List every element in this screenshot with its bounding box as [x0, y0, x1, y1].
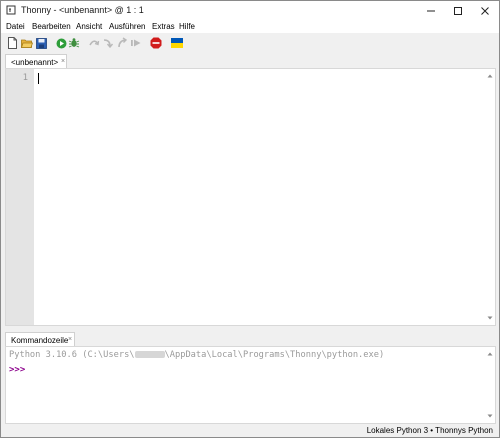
editor-tab-close-icon[interactable]: ×: [61, 58, 65, 65]
support-ukraine-button[interactable]: [171, 37, 183, 49]
minimize-button[interactable]: [417, 1, 444, 20]
step-over-button[interactable]: [88, 37, 100, 49]
new-file-button[interactable]: [6, 37, 18, 49]
maximize-icon: [453, 6, 462, 15]
shell-banner: Python 3.10.6 (C:\Users\ \AppData\Local\P…: [9, 350, 384, 360]
shell-tab-label: Kommandozeile: [11, 336, 69, 345]
scroll-down-arrow-icon[interactable]: [485, 313, 495, 323]
thonny-app-icon: [6, 5, 16, 15]
menu-ansicht[interactable]: Ansicht: [76, 22, 102, 31]
step-out-icon: [118, 37, 128, 48]
shell-scroll-down-arrow-icon[interactable]: [485, 411, 495, 421]
shell-banner-prefix: Python 3.10.6 (C:\Users\: [9, 350, 135, 360]
open-folder-icon: [21, 39, 33, 48]
open-file-button[interactable]: [21, 37, 33, 49]
editor-vertical-scrollbar[interactable]: [485, 69, 495, 325]
save-icon: [35, 37, 47, 49]
editor-tab-label: <unbenannt>: [11, 58, 59, 67]
maximize-button[interactable]: [444, 1, 471, 20]
menu-ausfuehren[interactable]: Ausführen: [109, 22, 145, 31]
toolbar: [1, 33, 499, 53]
status-bar: Lokales Python 3 • Thonnys Python: [1, 424, 499, 437]
resume-icon: [131, 39, 141, 47]
title-bar: Thonny - <unbenannt> @ 1 : 1: [1, 1, 499, 20]
resume-button[interactable]: [130, 37, 142, 49]
close-icon: [480, 6, 489, 15]
thonny-window: Thonny - <unbenannt> @ 1 : 1 Datei Bearb…: [0, 0, 500, 438]
interpreter-status[interactable]: Lokales Python 3 • Thonnys Python: [367, 426, 493, 435]
window-title: Thonny - <unbenannt> @ 1 : 1: [21, 5, 144, 15]
menu-hilfe[interactable]: Hilfe: [179, 22, 195, 31]
line-number: 1: [22, 73, 28, 83]
editor-tab-unbenannt[interactable]: <unbenannt> ×: [5, 54, 67, 68]
python-shell[interactable]: Python 3.10.6 (C:\Users\ \AppData\Local\P…: [5, 346, 496, 424]
menu-extras[interactable]: Extras: [152, 22, 175, 31]
ukraine-flag-icon: [171, 38, 183, 48]
editor-tab-strip: <unbenannt> ×: [1, 53, 499, 68]
menu-bearbeiten[interactable]: Bearbeiten: [32, 22, 71, 31]
shell-tab-kommandozeile[interactable]: Kommandozeile ×: [5, 332, 75, 346]
shell-banner-suffix: \AppData\Local\Programs\Thonny\python.ex…: [164, 350, 385, 360]
stop-icon: [150, 37, 162, 49]
step-into-button[interactable]: [102, 37, 114, 49]
shell-tab-close-icon[interactable]: ×: [68, 336, 72, 343]
text-cursor: [38, 73, 39, 84]
scroll-up-arrow-icon[interactable]: [485, 71, 495, 81]
line-number-gutter: 1: [6, 69, 34, 325]
step-out-button[interactable]: [116, 37, 128, 49]
minimize-icon: [426, 10, 435, 11]
menu-bar: Datei Bearbeiten Ansicht Ausführen Extra…: [1, 20, 499, 33]
new-file-icon: [7, 37, 17, 49]
debug-icon: [68, 38, 80, 48]
debug-button[interactable]: [68, 37, 80, 49]
step-into-icon: [103, 39, 114, 49]
shell-prompt: >>>: [9, 365, 26, 375]
run-button[interactable]: [55, 37, 67, 49]
code-editor[interactable]: 1: [5, 68, 496, 326]
shell-scroll-up-arrow-icon[interactable]: [485, 349, 495, 359]
close-button[interactable]: [471, 1, 498, 20]
shell-vertical-scrollbar[interactable]: [485, 347, 495, 423]
save-button[interactable]: [35, 37, 47, 49]
menu-datei[interactable]: Datei: [6, 22, 25, 31]
step-over-icon: [89, 40, 100, 46]
redacted-username: [134, 351, 165, 358]
run-icon: [56, 38, 66, 48]
stop-button[interactable]: [150, 37, 162, 49]
shell-tab-strip: Kommandozeile ×: [1, 331, 499, 346]
